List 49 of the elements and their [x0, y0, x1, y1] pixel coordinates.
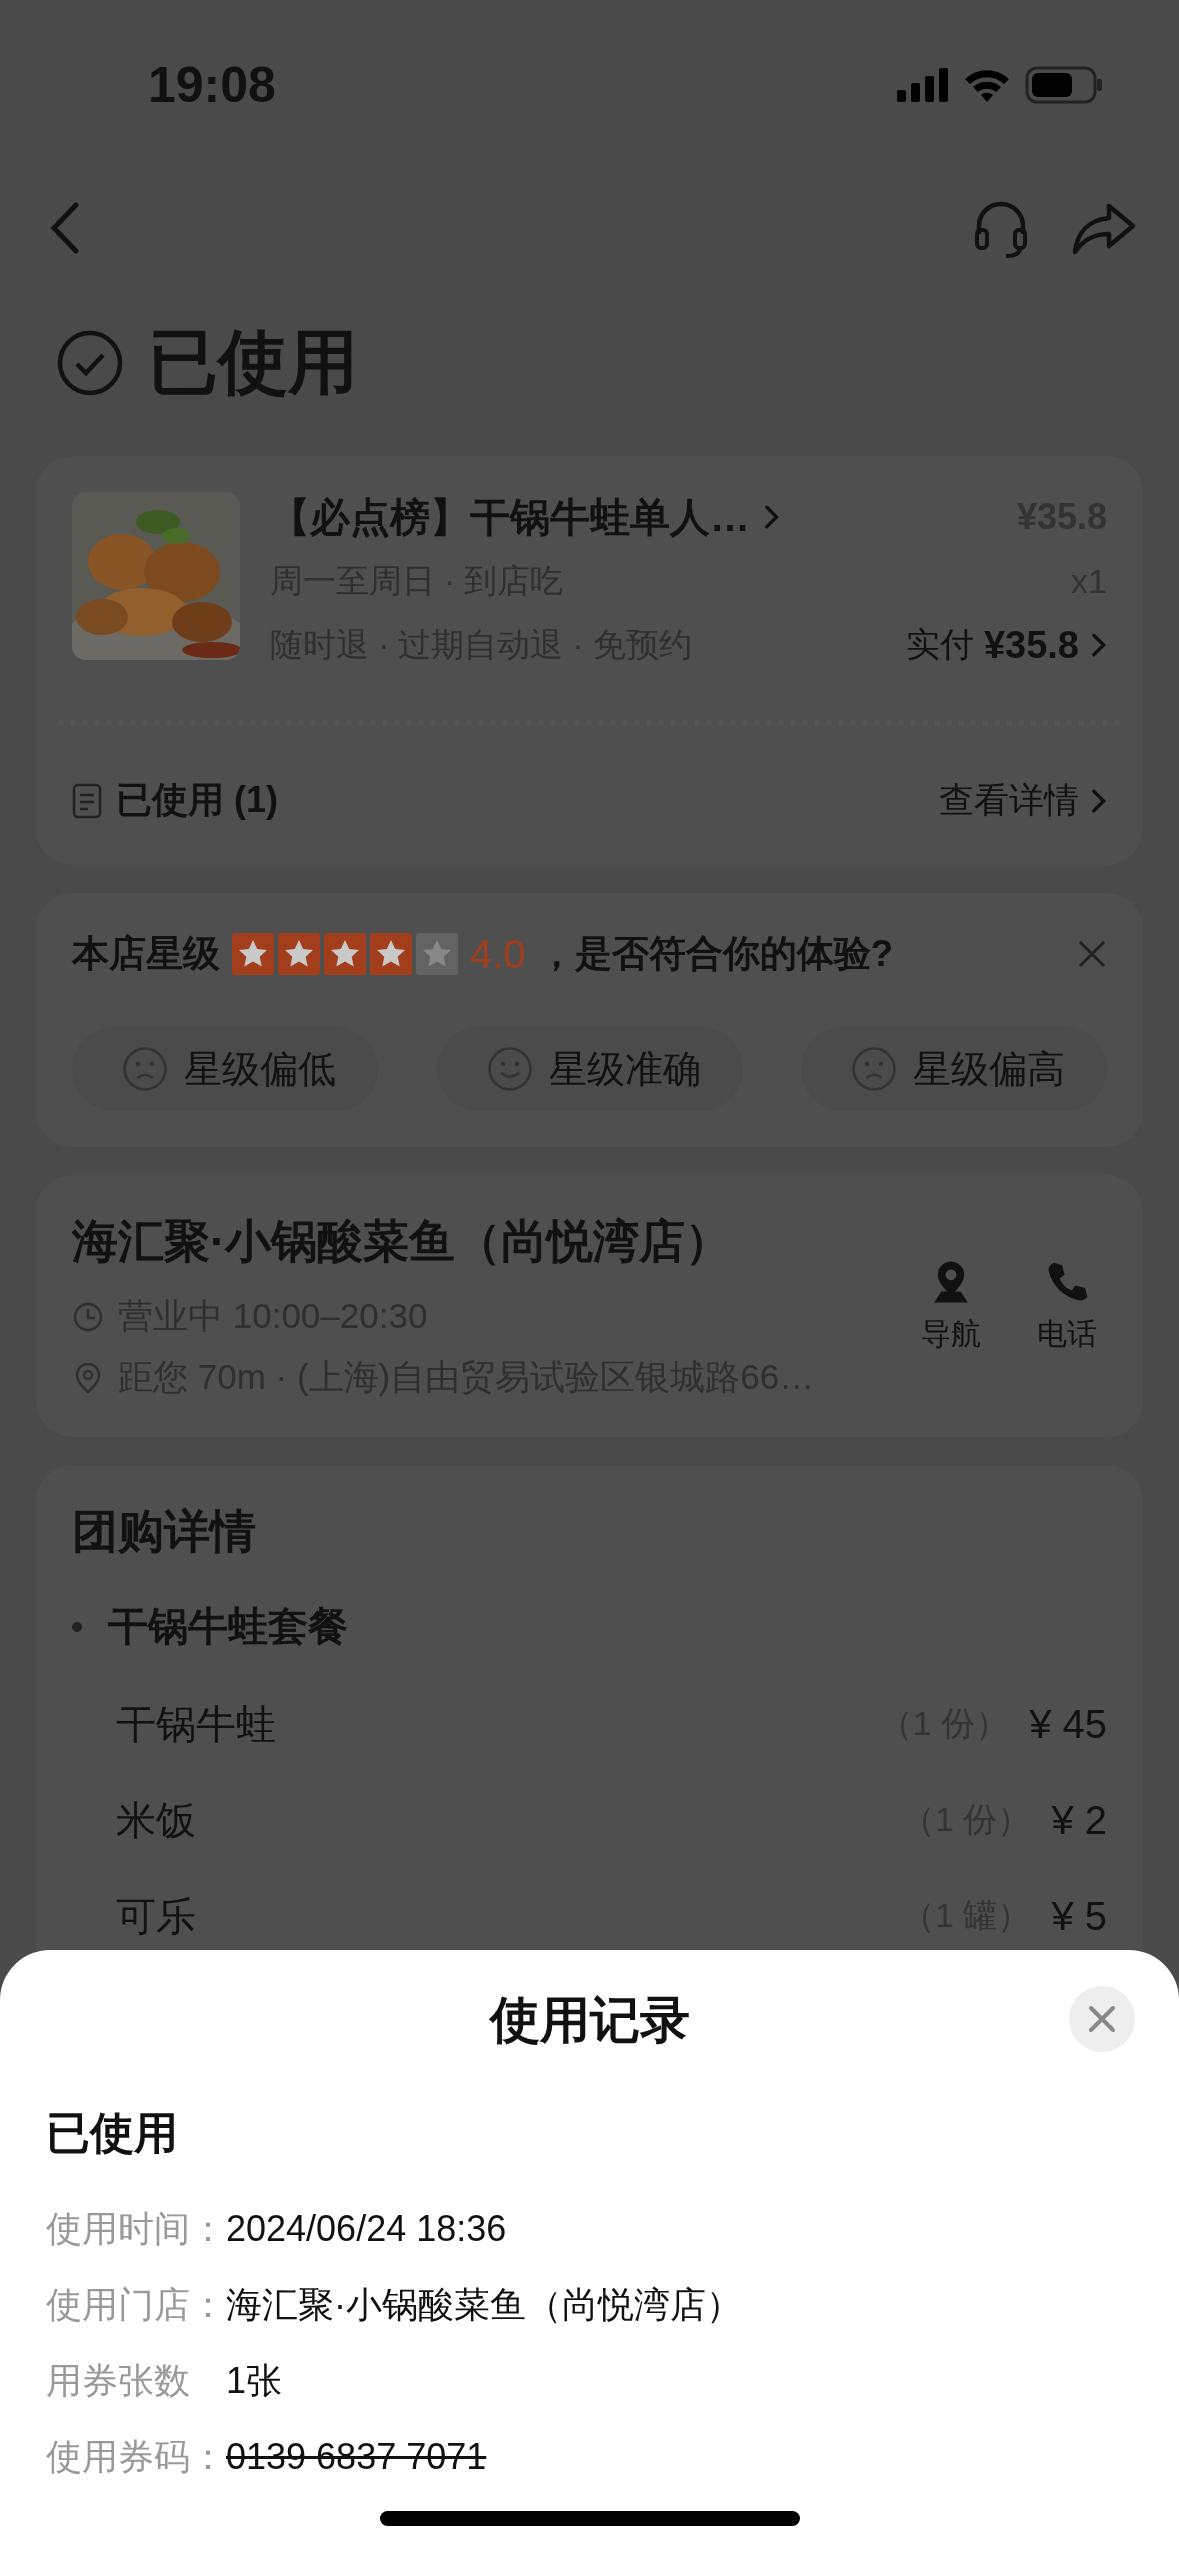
- battery-icon: [1025, 66, 1103, 104]
- page-title: 已使用: [148, 322, 358, 403]
- field-label: 使用券码：: [46, 2434, 226, 2479]
- wifi-icon: [963, 67, 1011, 103]
- item-price: ¥ 5: [1051, 1893, 1107, 1939]
- item-price: ¥ 45: [1029, 1701, 1107, 1747]
- field-label: 使用时间：: [46, 2206, 226, 2251]
- document-icon: [72, 782, 102, 819]
- usage-status: 已使用: [46, 2107, 179, 2159]
- field-value: 1张: [226, 2358, 283, 2403]
- clock-icon: [72, 1300, 104, 1333]
- item-name: 可乐: [116, 1892, 197, 1940]
- close-icon[interactable]: [1077, 939, 1107, 969]
- section-title: 团购详情: [72, 1504, 257, 1559]
- chevron-right-icon: [1089, 786, 1107, 815]
- frown-face-icon: [851, 1046, 897, 1092]
- rating-label: 本店星级: [72, 932, 220, 976]
- navigation-button[interactable]: 导航: [911, 1257, 991, 1355]
- field-value: 0139 6837 7071: [226, 2436, 487, 2478]
- close-icon: [1087, 2004, 1117, 2034]
- item-name: 米饭: [116, 1796, 197, 1844]
- rating-feedback-button[interactable]: 星级准确: [436, 1027, 743, 1111]
- rating-feedback-button[interactable]: 星级偏低: [72, 1027, 378, 1111]
- item-price: ¥ 2: [1051, 1797, 1107, 1843]
- smiley-face-icon: [486, 1046, 533, 1092]
- rating-feedback-button[interactable]: 星级偏高: [801, 1027, 1107, 1111]
- field-value: 2024/06/24 18:36: [226, 2208, 507, 2250]
- field-label: 用券张数: [46, 2358, 191, 2403]
- chevron-right-icon: [1089, 631, 1107, 659]
- status-time: 19:08: [148, 56, 276, 114]
- item-name: 干锅牛蛙: [116, 1700, 277, 1748]
- signal-icon: [897, 68, 949, 102]
- rating-score: 4.0: [470, 931, 526, 977]
- paid-amount[interactable]: 实付 ¥35.8: [905, 622, 1107, 668]
- frown-face-icon: [122, 1046, 168, 1092]
- field-value: 海汇聚·小锅酸菜鱼（尚悦湾店）: [226, 2282, 742, 2327]
- check-circle-icon: [56, 329, 124, 397]
- sheet-title: 使用记录: [489, 1990, 690, 2050]
- field-label: 使用门店：: [46, 2282, 226, 2327]
- chevron-right-icon: [762, 503, 780, 531]
- usage-count: 已使用 (1): [116, 778, 278, 822]
- view-details-link[interactable]: 查看详情: [939, 777, 1107, 824]
- rating-question: ，是否符合你的体验?: [537, 932, 894, 976]
- store-name[interactable]: 海汇聚·小锅酸菜鱼（尚悦湾店）: [72, 1211, 911, 1273]
- back-icon[interactable]: [48, 201, 80, 255]
- package-name: 干锅牛蛙套餐: [108, 1603, 348, 1650]
- bullet-icon: [72, 1621, 82, 1632]
- deal-title[interactable]: 【必点榜】干锅牛蛙单人…: [270, 489, 780, 545]
- call-button[interactable]: 电话: [1027, 1257, 1107, 1355]
